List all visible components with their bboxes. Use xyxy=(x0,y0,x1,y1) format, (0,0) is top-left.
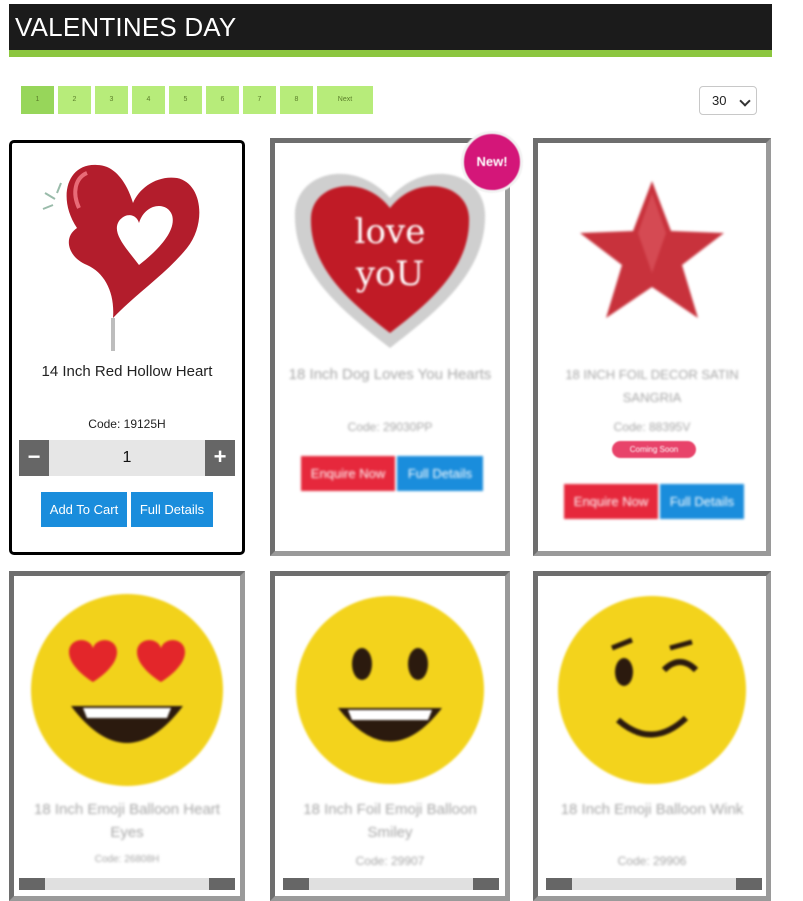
product-title[interactable]: 14 Inch Red Hollow Heart xyxy=(20,360,234,383)
page-link-1[interactable]: 1 xyxy=(21,86,54,114)
hollow-heart-balloon-image xyxy=(42,164,200,351)
full-details-button[interactable]: Full Details xyxy=(131,492,213,527)
smiley-emoji-balloon-image xyxy=(296,596,484,784)
red-star-balloon-image xyxy=(580,181,724,318)
page-link-next[interactable]: Next xyxy=(317,86,373,114)
page-link-8[interactable]: 8 xyxy=(280,86,313,114)
pagination: 1 2 3 4 5 6 7 8 Next xyxy=(21,86,373,114)
page-link-2[interactable]: 2 xyxy=(58,86,91,114)
product-code: Code: 19125H xyxy=(88,417,166,431)
product-card[interactable]: 18 INCH FOIL DECOR SATIN SANGRIA Code: 8… xyxy=(533,138,771,556)
product-code: Code: 26808H xyxy=(94,854,160,865)
full-details-button[interactable]: Full Details xyxy=(660,484,744,519)
product-image[interactable] xyxy=(538,153,766,353)
per-page-value: 30 xyxy=(712,93,727,108)
quantity-stepper xyxy=(546,878,762,890)
product-title[interactable]: 18 INCH FOIL DECOR SATIN SANGRIA xyxy=(546,363,758,409)
category-header: VALENTINES DAY xyxy=(9,4,772,57)
coming-soon-pill: Coming Soon xyxy=(612,441,696,458)
enquire-now-button[interactable]: Enquire Now xyxy=(564,484,658,519)
product-title[interactable]: 18 Inch Dog Loves You Hearts xyxy=(283,363,497,386)
product-card[interactable]: love yoU 18 Inch Dog Loves You Hearts Co… xyxy=(270,138,510,556)
quantity-stepper xyxy=(19,878,235,890)
quantity-stepper xyxy=(283,878,499,890)
wink-emoji-balloon-image xyxy=(558,596,746,784)
quantity-stepper: − 1 + xyxy=(19,440,235,476)
product-image[interactable] xyxy=(14,584,240,796)
product-code: Code: 29030PP xyxy=(347,420,433,434)
heart-eyes-emoji-balloon-image xyxy=(31,594,223,786)
add-to-cart-button[interactable]: Add To Cart xyxy=(41,492,127,527)
chevron-down-icon xyxy=(739,95,751,107)
per-page-select[interactable]: 30 xyxy=(699,86,757,115)
page-link-6[interactable]: 6 xyxy=(206,86,239,114)
page-link-7[interactable]: 7 xyxy=(243,86,276,114)
product-code: Code: 29907 xyxy=(355,854,425,868)
svg-text:yoU: yoU xyxy=(355,254,424,294)
product-card[interactable]: 18 Inch Emoji Balloon Heart Eyes Code: 2… xyxy=(9,571,245,901)
product-card[interactable]: 14 Inch Red Hollow Heart Code: 19125H − … xyxy=(9,140,245,555)
quantity-input[interactable]: 1 xyxy=(49,440,205,476)
product-card[interactable]: 18 Inch Emoji Balloon Wink Code: 29906 xyxy=(533,571,771,901)
svg-text:love: love xyxy=(355,212,426,252)
full-details-button[interactable]: Full Details xyxy=(397,456,483,491)
product-image[interactable] xyxy=(538,584,766,796)
product-image[interactable] xyxy=(12,153,242,353)
product-title[interactable]: 18 Inch Foil Emoji Balloon Smiley xyxy=(283,798,497,844)
enquire-now-button[interactable]: Enquire Now xyxy=(301,456,395,491)
product-title[interactable]: 18 Inch Emoji Balloon Wink xyxy=(546,798,758,821)
increase-quantity-button[interactable]: + xyxy=(205,440,235,476)
decrease-quantity-button[interactable]: − xyxy=(19,440,49,476)
product-code: Code: 29906 xyxy=(617,854,687,868)
love-you-heart-balloon-image: love yoU xyxy=(294,173,486,348)
product-image[interactable] xyxy=(275,584,505,796)
product-title[interactable]: 18 Inch Emoji Balloon Heart Eyes xyxy=(22,798,232,844)
product-code: Code: 88395V xyxy=(613,420,691,434)
page-link-3[interactable]: 3 xyxy=(95,86,128,114)
page-link-4[interactable]: 4 xyxy=(132,86,165,114)
page-link-5[interactable]: 5 xyxy=(169,86,202,114)
new-badge: New! xyxy=(461,131,523,193)
product-card[interactable]: 18 Inch Foil Emoji Balloon Smiley Code: … xyxy=(270,571,510,901)
page-title: VALENTINES DAY xyxy=(15,12,237,42)
